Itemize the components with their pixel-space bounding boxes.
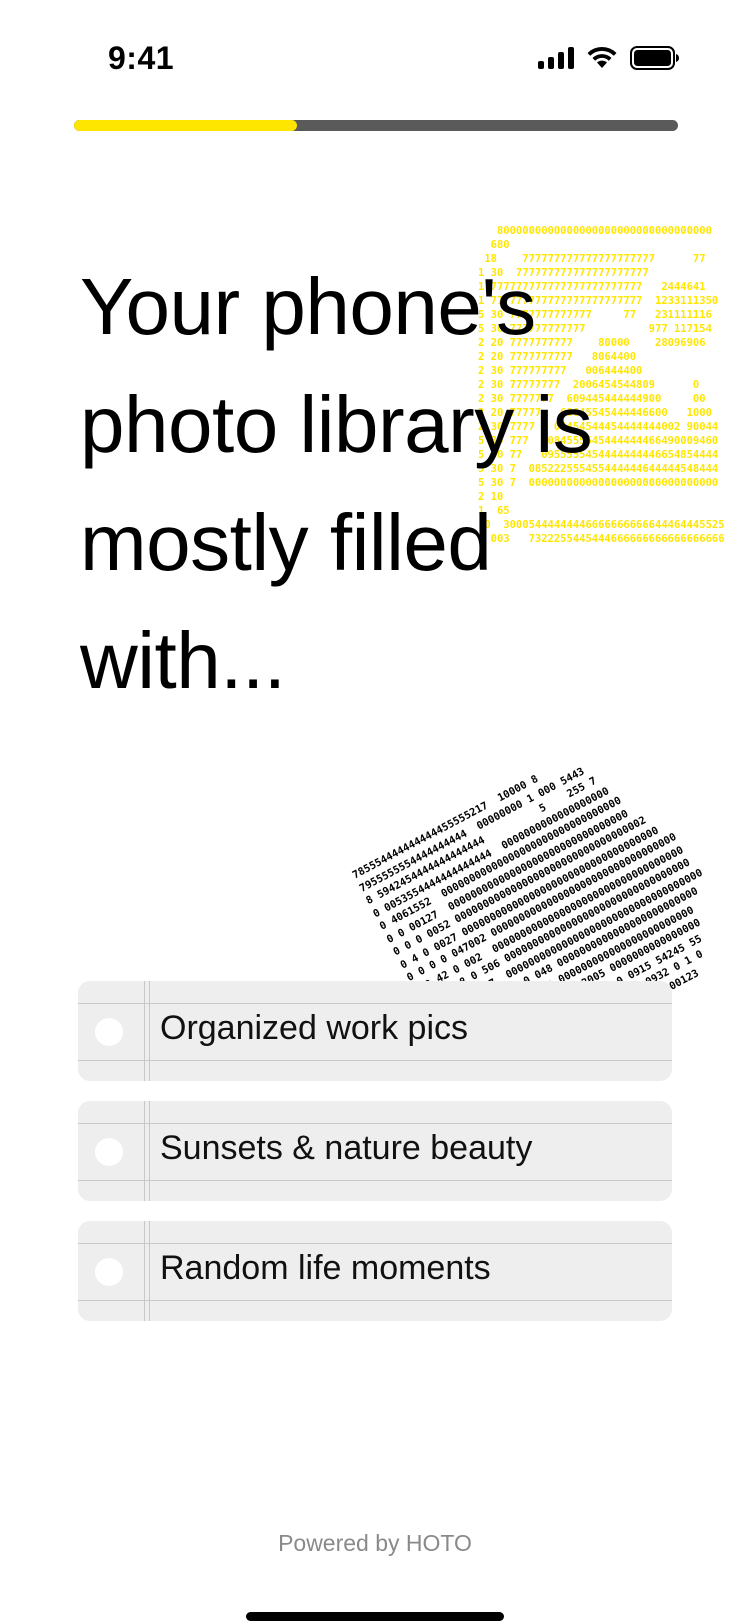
- option-label: Random life moments: [160, 1249, 491, 1287]
- progress-fill: [74, 120, 298, 131]
- signal-icon: [538, 47, 574, 69]
- powered-by-text: Powered by HOTO: [278, 1530, 472, 1556]
- option-label: Sunsets & nature beauty: [160, 1129, 533, 1167]
- option-organized-work-pics[interactable]: Organized work pics: [78, 981, 672, 1081]
- status-time: 9:41: [108, 40, 175, 76]
- notebook-rule-line: [78, 1300, 672, 1301]
- battery-icon: [630, 46, 680, 70]
- question-title: Your phone's photo library is mostly fil…: [80, 262, 593, 705]
- option-sunsets-nature-beauty[interactable]: Sunsets & nature beauty: [78, 1101, 672, 1201]
- home-indicator: [246, 1612, 504, 1621]
- radio-button[interactable]: [95, 1018, 123, 1046]
- notebook-rule-line: [78, 1180, 672, 1181]
- notebook-margin-line: [144, 1101, 150, 1201]
- status-icons: [538, 46, 680, 70]
- progress-bar: [74, 120, 678, 131]
- notebook-rule-line: [78, 1123, 672, 1124]
- notebook-rule-line: [78, 1003, 672, 1004]
- notebook-rule-line: [78, 1243, 672, 1244]
- radio-button[interactable]: [95, 1258, 123, 1286]
- option-label: Organized work pics: [160, 1009, 469, 1047]
- status-bar: 9:41: [0, 0, 750, 120]
- notebook-margin-line: [144, 981, 150, 1081]
- notebook-margin-line: [144, 1221, 150, 1321]
- radio-button[interactable]: [95, 1138, 123, 1166]
- answer-options: Organized work pics Sunsets & nature bea…: [78, 981, 672, 1341]
- notebook-rule-line: [78, 1060, 672, 1061]
- option-random-life-moments[interactable]: Random life moments: [78, 1221, 672, 1321]
- wifi-icon: [586, 46, 618, 70]
